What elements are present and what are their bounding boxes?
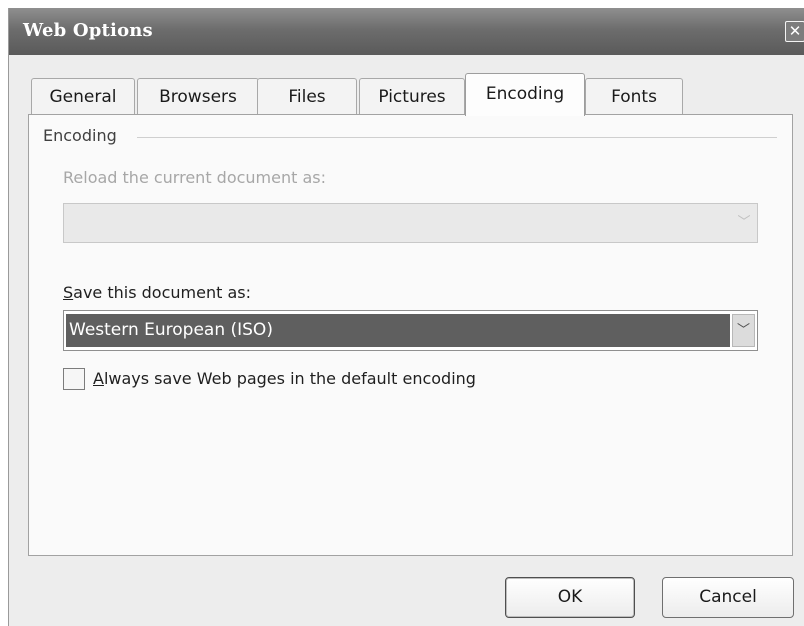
tab-general[interactable]: General <box>31 78 135 114</box>
tab-label: General <box>49 87 117 107</box>
close-button[interactable]: ✕ <box>785 21 804 42</box>
group-divider <box>137 137 777 138</box>
tab-browsers[interactable]: Browsers <box>137 78 259 114</box>
save-label-text: ave this document as: <box>73 283 251 302</box>
tab-label: Browsers <box>159 87 237 107</box>
save-label-accesskey: S <box>63 283 74 302</box>
tab-pictures[interactable]: Pictures <box>359 78 465 114</box>
save-encoding-value: Western European (ISO) <box>66 314 730 347</box>
encoding-group-label: Encoding <box>43 126 125 145</box>
web-options-dialog: Web Options ✕ General Browsers Files Pic… <box>8 8 804 626</box>
always-save-accesskey: A <box>93 369 104 388</box>
always-save-default-checkbox[interactable] <box>63 368 85 390</box>
save-encoding-label: Save this document as: <box>63 283 251 302</box>
tab-label: Pictures <box>378 87 446 107</box>
tab-label: Fonts <box>611 87 657 107</box>
always-save-default-label[interactable]: Always save Web pages in the default enc… <box>93 369 476 388</box>
close-icon: ✕ <box>788 22 802 40</box>
title-bar[interactable]: Web Options ✕ <box>9 8 804 55</box>
tab-encoding[interactable]: Encoding <box>465 73 585 116</box>
cancel-button[interactable]: Cancel <box>662 577 794 618</box>
always-save-text: lways save Web pages in the default enco… <box>103 369 476 388</box>
tab-files[interactable]: Files <box>257 78 357 114</box>
chevron-down-icon[interactable]: ﹀ <box>732 314 755 347</box>
tab-label: Encoding <box>485 84 565 104</box>
reload-encoding-select[interactable]: ﹀ <box>63 203 758 243</box>
tab-fonts[interactable]: Fonts <box>585 78 683 114</box>
reload-label: Reload the current document as: <box>63 168 327 187</box>
tab-label: Files <box>288 87 326 107</box>
save-encoding-select[interactable]: Western European (ISO) ﹀ <box>63 310 758 351</box>
chevron-down-icon[interactable]: ﹀ <box>733 207 755 239</box>
ok-button[interactable]: OK <box>505 577 635 618</box>
dialog-title: Web Options <box>23 20 153 41</box>
encoding-panel: Encoding Reload the current document as:… <box>28 114 793 556</box>
